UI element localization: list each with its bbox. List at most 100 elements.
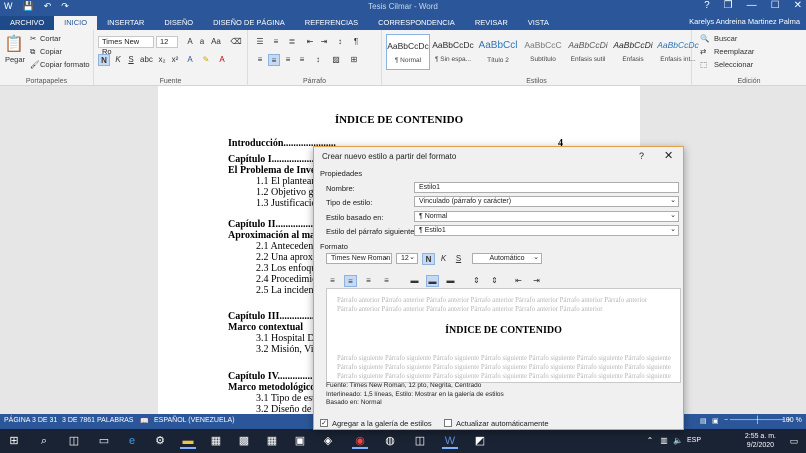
edge-icon[interactable]: e [124, 433, 140, 449]
auto-update-checkbox[interactable] [444, 419, 452, 427]
tab-vista[interactable]: VISTA [518, 16, 559, 30]
photos-icon[interactable]: ▩ [236, 433, 252, 449]
proofing-icon[interactable]: 📖 [140, 417, 149, 425]
volume-icon[interactable]: 🔈 [670, 433, 686, 449]
dialog-align-left-icon[interactable]: ≡ [326, 275, 339, 287]
tab-diseno-pagina[interactable]: DISEÑO DE PÁGINA [203, 16, 295, 30]
find-button[interactable]: Buscar [714, 34, 737, 43]
cut-button[interactable]: Cortar [40, 34, 61, 43]
tab-inicio[interactable]: INICIO [54, 16, 98, 30]
tab-archivo[interactable]: ARCHIVO [0, 16, 55, 30]
page-count[interactable]: PÁGINA 3 DE 31 [4, 417, 57, 424]
align-center-icon[interactable]: ≡ [268, 54, 280, 66]
dialog-one-half-spacing-icon[interactable]: ▬ [426, 275, 439, 287]
style-subtitulo[interactable]: AaBbCcC Subtítulo [521, 34, 565, 70]
dialog-double-spacing-icon[interactable]: ▬ [444, 275, 457, 287]
add-gallery-label[interactable]: Agregar a la galería de estilos [332, 419, 432, 428]
shading-icon[interactable]: ▨ [330, 54, 342, 66]
maximize-icon[interactable]: ☐ [771, 0, 780, 11]
underline-icon[interactable]: S [125, 54, 137, 66]
format-painter-button[interactable]: Copiar formato [40, 60, 90, 69]
align-right-icon[interactable]: ≡ [282, 54, 294, 66]
close-icon[interactable]: ✕ [794, 0, 802, 11]
font-name-box[interactable]: Times New Ro [98, 36, 154, 56]
notifications-icon[interactable]: ▭ [786, 433, 802, 449]
dialog-space-after-icon[interactable]: ⇕ [488, 275, 501, 287]
input-language[interactable]: ESP [686, 433, 702, 449]
clock[interactable]: 2:55 a. m. 9/2/2020 [745, 432, 776, 450]
shrink-font-icon[interactable]: a [196, 36, 208, 48]
chrome-icon[interactable]: ◉ [352, 433, 368, 449]
clear-format-icon[interactable]: ⌫ [230, 36, 242, 48]
strikethrough-icon[interactable]: abc [140, 54, 153, 66]
dialog-size-select[interactable]: 12 ⌄ [396, 253, 418, 264]
tab-diseno[interactable]: DISEÑO [154, 16, 203, 30]
print-layout-icon[interactable]: ▣ [712, 417, 719, 425]
show-marks-icon[interactable]: ¶ [350, 36, 362, 48]
tab-referencias[interactable]: REFERENCIAS [295, 16, 368, 30]
decrease-indent-icon[interactable]: ⇤ [304, 36, 316, 48]
style-titulo-2[interactable]: AaBbCcl Título 2 [476, 34, 520, 70]
align-left-icon[interactable]: ≡ [254, 54, 266, 66]
grow-font-icon[interactable]: A [184, 36, 196, 48]
text-effects-icon[interactable]: A [184, 54, 196, 66]
zoom-slider[interactable]: − ─────┼───── + [724, 417, 791, 424]
multilevel-list-icon[interactable]: ≣ [286, 36, 298, 48]
dialog-italic-icon[interactable]: K [437, 253, 450, 265]
app-icon[interactable]: ◈ [320, 433, 336, 449]
dialog-single-spacing-icon[interactable]: ▬ [408, 275, 421, 287]
style-enfasis-sutil[interactable]: AaBbCcDi Énfasis sutil [566, 34, 610, 70]
language-status[interactable]: ESPAÑOL (VENEZUELA) [154, 417, 235, 424]
settings-gear-icon[interactable]: ⚙ [152, 433, 168, 449]
copy-button[interactable]: Copiar [40, 47, 62, 56]
increase-indent-icon[interactable]: ⇥ [318, 36, 330, 48]
bold-icon[interactable]: N [98, 54, 110, 66]
style-type-select[interactable]: Vinculado (párrafo y carácter) ⌄ [414, 196, 679, 207]
store-icon[interactable]: ▦ [208, 433, 224, 449]
select-button[interactable]: Seleccionar [714, 60, 753, 69]
app-icon[interactable]: ◫ [412, 433, 428, 449]
highlight-icon[interactable]: ✎ [200, 54, 212, 66]
numbering-icon[interactable]: ≡ [270, 36, 282, 48]
copy-icon[interactable]: ⧉ [30, 47, 35, 57]
help-icon[interactable]: ? [704, 0, 710, 11]
ribbon-display-icon[interactable]: ❐ [724, 0, 733, 11]
paste-icon[interactable]: 📋 [4, 34, 24, 54]
find-icon[interactable]: 🔍 [700, 34, 709, 43]
app-icon[interactable]: ◍ [382, 433, 398, 449]
remote-desktop-icon[interactable]: ▣ [292, 433, 308, 449]
based-on-select[interactable]: ¶ Normal ⌄ [414, 211, 679, 222]
superscript-icon[interactable]: x² [169, 54, 181, 66]
dialog-help-icon[interactable]: ? [639, 151, 644, 161]
paste-button[interactable]: Pegar [5, 55, 25, 64]
calculator-icon[interactable]: ▦ [264, 433, 280, 449]
dialog-close-icon[interactable]: ✕ [664, 149, 673, 162]
italic-icon[interactable]: K [112, 54, 124, 66]
tab-correspondencia[interactable]: CORRESPONDENCIA [368, 16, 465, 30]
minimize-icon[interactable]: — [747, 0, 757, 11]
borders-icon[interactable]: ⊞ [348, 54, 360, 66]
dialog-increase-indent-icon[interactable]: ⇥ [530, 275, 543, 287]
replace-button[interactable]: Reemplazar [714, 47, 754, 56]
dialog-align-center-icon[interactable]: ≡ [344, 275, 357, 287]
line-spacing-icon[interactable]: ↕ [312, 54, 324, 66]
next-style-select[interactable]: ¶ Estilo1 ⌄ [414, 225, 679, 236]
change-case-icon[interactable]: Aa [210, 36, 222, 48]
format-painter-icon[interactable]: 🖌 [30, 60, 40, 69]
style-normal[interactable]: AaBbCcDc ¶ Normal [386, 34, 430, 70]
style-enfasis[interactable]: AaBbCcDi Énfasis [611, 34, 655, 70]
tab-insertar[interactable]: INSERTAR [97, 16, 154, 30]
justify-icon[interactable]: ≡ [296, 54, 308, 66]
tab-revisar[interactable]: REVISAR [465, 16, 518, 30]
subscript-icon[interactable]: x₂ [156, 54, 168, 66]
dialog-align-right-icon[interactable]: ≡ [362, 275, 375, 287]
file-explorer-icon[interactable]: ▬ [180, 433, 196, 449]
font-size-box[interactable]: 12 [156, 36, 178, 48]
dialog-justify-icon[interactable]: ≡ [380, 275, 393, 287]
search-icon[interactable]: ⌕ [36, 433, 52, 449]
dialog-font-select[interactable]: Times New Roman ⌄ [326, 253, 392, 264]
word-count[interactable]: 3 DE 7861 PALABRAS [62, 417, 133, 424]
name-field[interactable]: Estilo1 [414, 182, 679, 193]
dialog-color-select[interactable]: Automático ⌄ [472, 253, 542, 264]
user-name[interactable]: Karelys Andreina Martinez Palma [689, 17, 800, 26]
